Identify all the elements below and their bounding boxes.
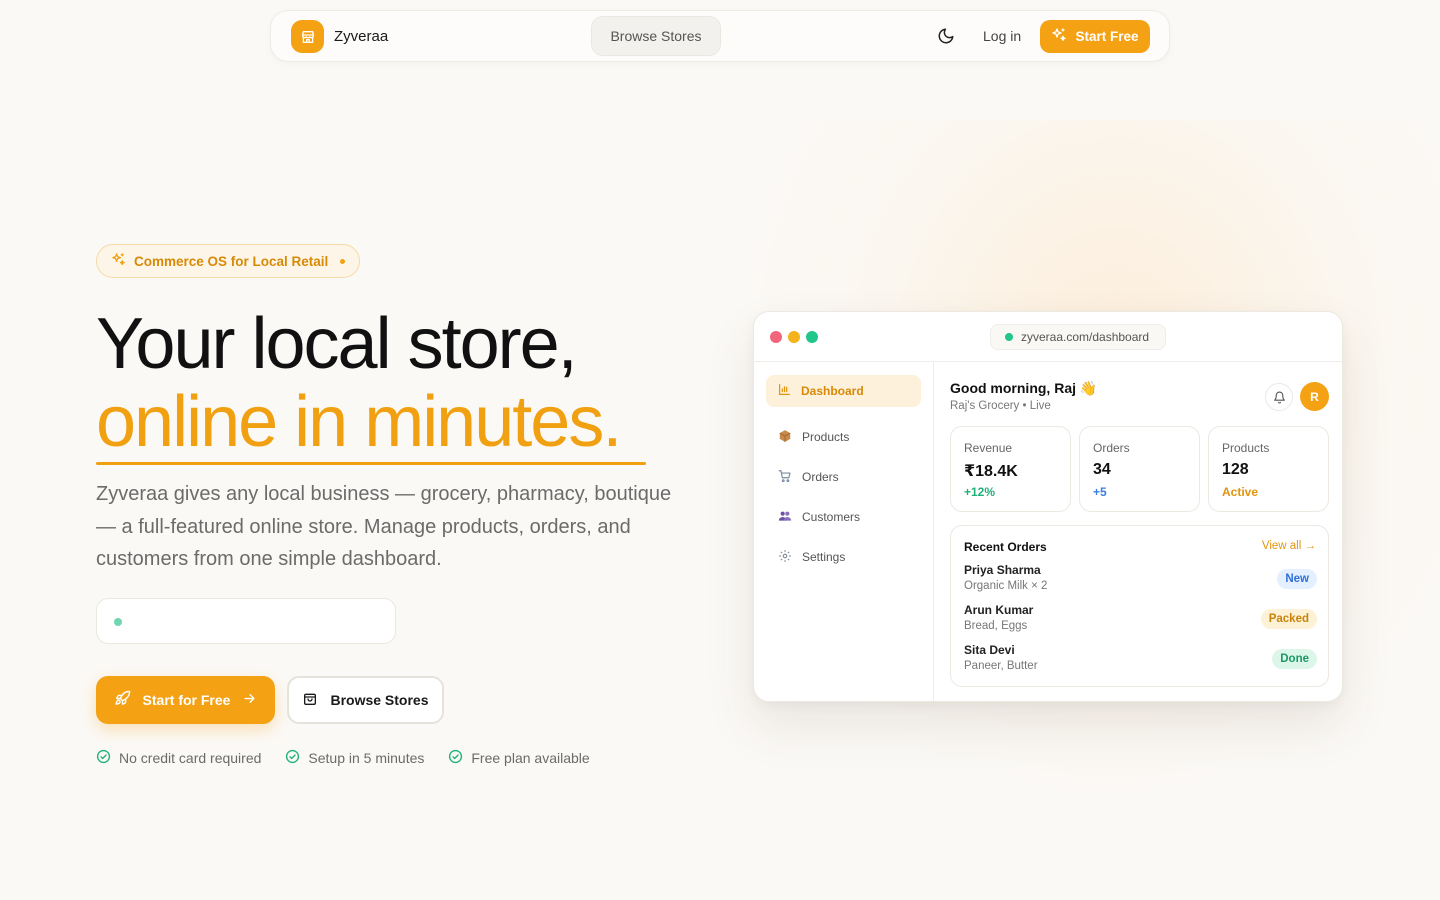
check-text: Setup in 5 minutes xyxy=(308,750,425,766)
sparkles-icon xyxy=(1051,27,1067,46)
bell-icon[interactable] xyxy=(1265,383,1293,411)
browser-bar: zyveraa.com/dashboard xyxy=(754,312,1342,362)
gear-icon xyxy=(778,549,792,566)
browse-stores-button[interactable]: Browse Stores xyxy=(287,676,444,724)
traffic-light-red xyxy=(770,331,782,343)
stat-card-orders: Orders 34 +5 xyxy=(1079,426,1200,512)
stat-card-revenue: Revenue ₹18.4K +12% xyxy=(950,426,1071,512)
status-badge: Packed xyxy=(1260,609,1317,629)
order-items: Paneer, Butter xyxy=(964,660,1038,672)
start-for-free-button[interactable]: Start for Free xyxy=(96,676,275,724)
avatar[interactable]: R xyxy=(1300,382,1329,411)
stat-value: 128 xyxy=(1222,461,1249,478)
check-circle-icon xyxy=(285,749,300,767)
top-navbar: Zyveraa Browse Stores Log in Start Free xyxy=(270,10,1170,62)
hero-title-underline xyxy=(96,462,646,465)
sidebar-item-label: Settings xyxy=(802,550,846,564)
order-customer: Sita Devi xyxy=(964,643,1015,657)
url-text: zyveraa.com/dashboard xyxy=(1021,330,1150,344)
order-items: Organic Milk × 2 xyxy=(964,580,1048,592)
brand-name: Zyveraa xyxy=(334,28,389,45)
cart-icon xyxy=(778,469,792,486)
order-row[interactable]: Priya Sharma Organic Milk × 2 New xyxy=(964,563,1317,597)
stat-delta: Active xyxy=(1222,485,1259,499)
browse-stores-nav-button[interactable]: Browse Stores xyxy=(591,16,721,56)
dashboard-sidebar: Dashboard Products Orders Customers Sett… xyxy=(754,362,934,701)
recent-orders-card: Recent Orders View all → Priya Sharma Or… xyxy=(950,525,1329,687)
sidebar-item-dashboard[interactable]: Dashboard xyxy=(766,375,921,407)
stat-delta: +12% xyxy=(964,485,996,499)
traffic-light-yellow xyxy=(788,331,800,343)
check-item: Free plan available xyxy=(448,749,590,767)
browse-stores-label: Browse Stores xyxy=(330,692,429,708)
shopping-bag-icon xyxy=(302,691,318,710)
stat-label: Products xyxy=(1222,441,1270,455)
start-free-label: Start Free xyxy=(1075,29,1139,44)
dashboard-preview: zyveraa.com/dashboard Dashboard Products… xyxy=(753,311,1343,702)
hero-checklist: No credit card required Setup in 5 minut… xyxy=(96,749,590,767)
status-badge: Done xyxy=(1272,649,1317,669)
status-badge: New xyxy=(1277,569,1317,589)
badge-text: Commerce OS for Local Retail xyxy=(134,253,329,269)
sparkles-icon xyxy=(111,252,126,270)
arrow-right-icon xyxy=(242,691,257,709)
sidebar-item-label: Customers xyxy=(802,510,861,524)
hero-badge: Commerce OS for Local Retail xyxy=(96,244,361,278)
stat-value: 34 xyxy=(1093,461,1111,478)
badge-dot xyxy=(340,258,346,264)
hero-lead: Zyveraa gives any local business — groce… xyxy=(96,483,672,570)
store-subtitle: Raj's Grocery • Live xyxy=(950,400,1051,412)
status-dot xyxy=(114,618,122,626)
sidebar-item-orders[interactable]: Orders xyxy=(766,461,921,493)
url-bar: zyveraa.com/dashboard xyxy=(990,324,1167,350)
hero-title-line2: online in minutes. xyxy=(96,382,622,462)
greeting: Good morning, Raj 👋 xyxy=(950,380,1098,396)
users-icon xyxy=(778,509,792,526)
sidebar-item-label: Orders xyxy=(802,470,839,484)
hero-input-box[interactable] xyxy=(96,598,396,644)
order-customer: Arun Kumar xyxy=(964,603,1034,617)
check-circle-icon xyxy=(96,749,111,767)
order-row[interactable]: Sita Devi Paneer, Butter Done xyxy=(964,643,1317,677)
check-text: Free plan available xyxy=(471,750,590,766)
start-free-nav-button[interactable]: Start Free xyxy=(1040,20,1150,53)
stat-delta: +5 xyxy=(1093,485,1107,499)
sidebar-item-label: Products xyxy=(802,430,850,444)
traffic-light-green xyxy=(806,331,818,343)
brand[interactable]: Zyveraa xyxy=(291,20,388,53)
recent-orders-title: Recent Orders xyxy=(964,540,1047,554)
check-item: No credit card required xyxy=(96,749,261,767)
stat-label: Revenue xyxy=(964,441,1013,455)
sidebar-item-customers[interactable]: Customers xyxy=(766,501,921,533)
store-icon xyxy=(291,20,324,53)
check-circle-icon xyxy=(448,749,463,767)
order-customer: Priya Sharma xyxy=(964,563,1041,577)
secure-dot xyxy=(1005,333,1013,341)
check-text: No credit card required xyxy=(119,750,262,766)
sidebar-item-settings[interactable]: Settings xyxy=(766,541,921,573)
stat-card-products: Products 128 Active xyxy=(1208,426,1329,512)
moon-icon[interactable] xyxy=(937,27,957,47)
order-items: Bread, Eggs xyxy=(964,620,1028,632)
stat-label: Orders xyxy=(1093,441,1130,455)
stat-value: ₹18.4K xyxy=(964,463,1018,480)
sidebar-item-label: Dashboard xyxy=(801,384,864,398)
check-item: Setup in 5 minutes xyxy=(285,749,424,767)
login-link[interactable]: Log in xyxy=(983,28,1021,44)
sidebar-item-products[interactable]: Products xyxy=(766,421,921,453)
order-row[interactable]: Arun Kumar Bread, Eggs Packed xyxy=(964,603,1317,637)
hero-title-line1: Your local store, xyxy=(96,304,578,384)
dashboard-main: Good morning, Raj 👋 Raj's Grocery • Live… xyxy=(935,362,1342,701)
box-icon xyxy=(778,429,792,446)
view-all-link[interactable]: View all → xyxy=(1262,540,1316,552)
bar-chart-icon xyxy=(778,383,791,399)
rocket-icon xyxy=(114,690,131,710)
start-for-free-label: Start for Free xyxy=(142,692,231,708)
